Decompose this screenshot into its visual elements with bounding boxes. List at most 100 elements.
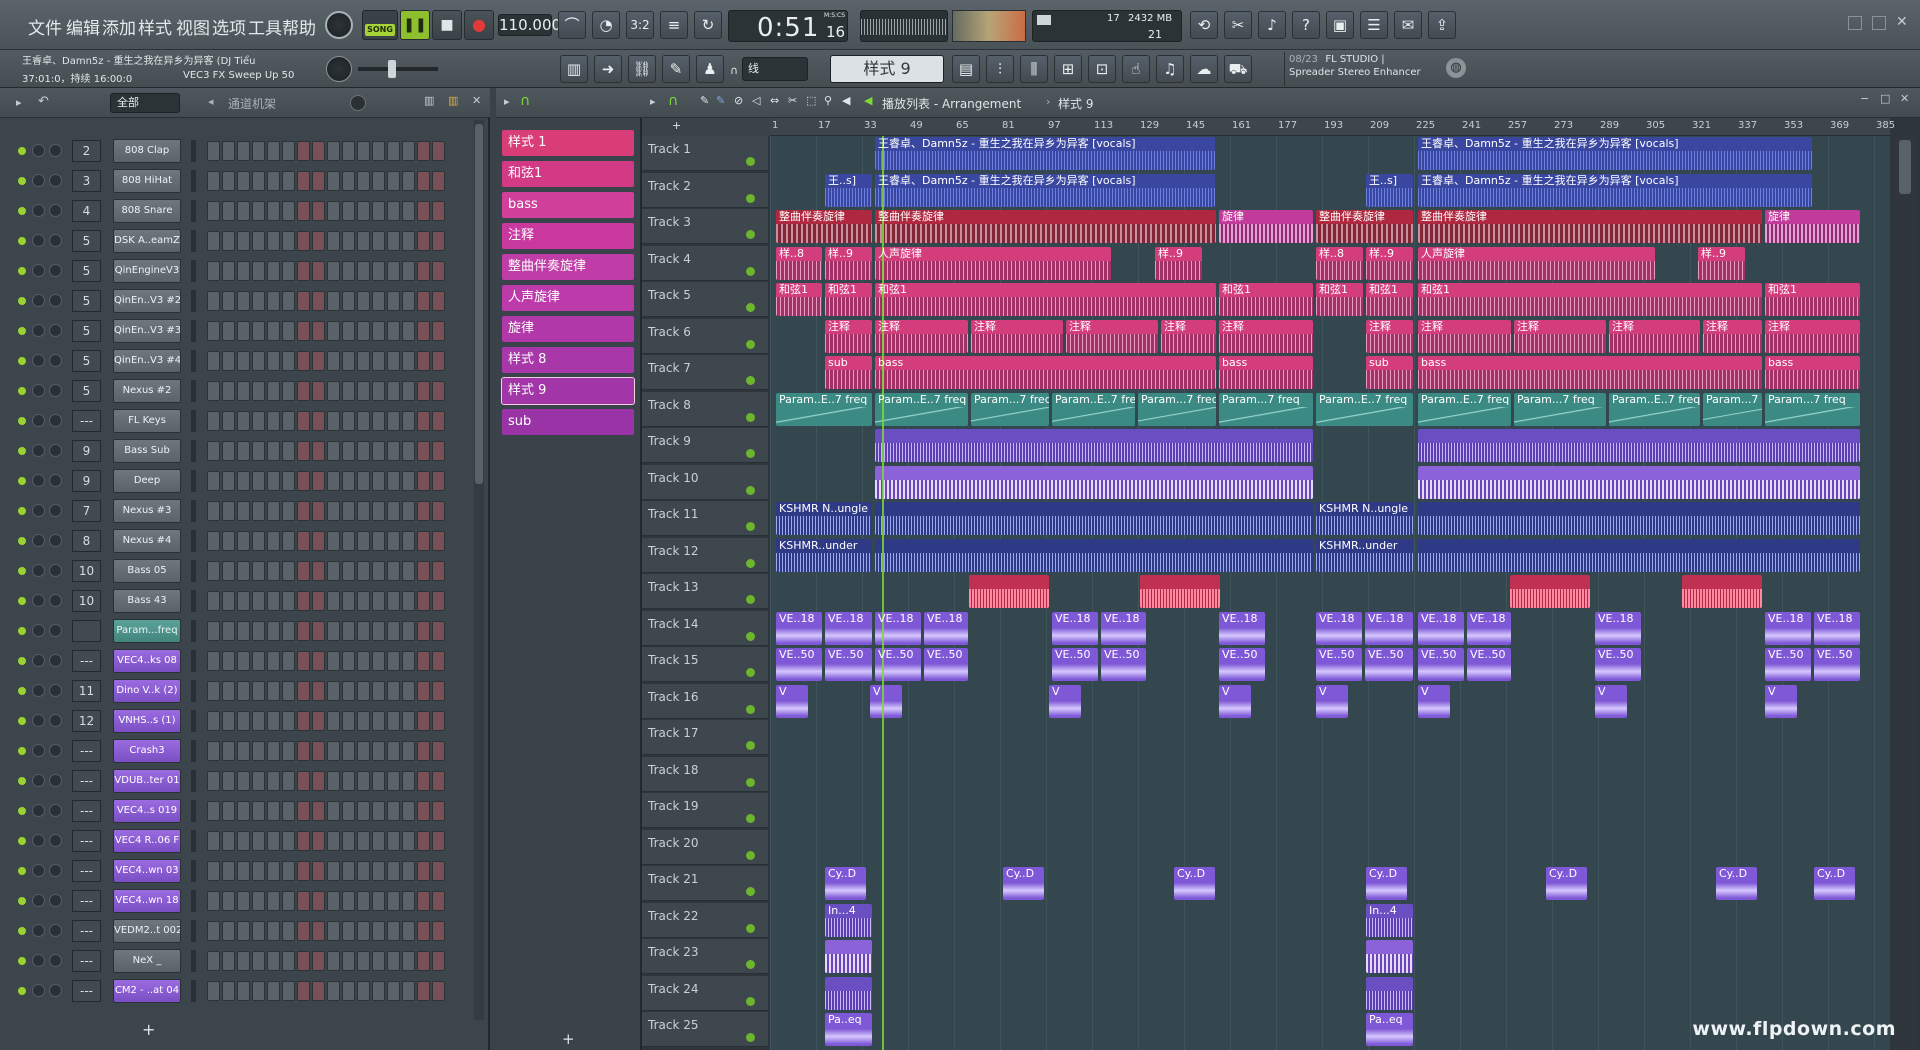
step-button[interactable]	[342, 771, 355, 791]
step-button[interactable]	[297, 711, 310, 731]
playlist-clip[interactable]: Param...7 freq	[1514, 392, 1606, 426]
playlist-clip[interactable]: 整曲伴奏旋律	[875, 210, 1216, 243]
playlist-clip[interactable]: VE..18	[1316, 611, 1362, 645]
mute-led[interactable]	[18, 717, 26, 725]
channel-name-button[interactable]: VEC4..ks 08	[113, 649, 181, 673]
step-button[interactable]	[312, 231, 325, 251]
graph-editor-icon[interactable]: ▥	[424, 94, 434, 107]
pan-knob[interactable]	[49, 504, 62, 517]
step-button[interactable]	[207, 741, 220, 761]
pan-knob[interactable]	[49, 714, 62, 727]
playlist-clip[interactable]	[1510, 575, 1590, 608]
step-button[interactable]	[222, 381, 235, 401]
step-button[interactable]	[207, 171, 220, 191]
step-button[interactable]	[237, 591, 250, 611]
step-button[interactable]	[387, 201, 400, 221]
step-button[interactable]	[372, 651, 385, 671]
step-button[interactable]	[342, 351, 355, 371]
step-button[interactable]	[207, 291, 220, 311]
step-button[interactable]	[342, 411, 355, 431]
step-button[interactable]	[252, 291, 265, 311]
step-button[interactable]	[237, 381, 250, 401]
step-button[interactable]	[387, 621, 400, 641]
channel-row[interactable]: --- VEC4..s 019	[0, 796, 470, 826]
mute-led[interactable]	[18, 447, 26, 455]
slice-tool-icon[interactable]: ✂	[788, 94, 797, 107]
add-pattern-button[interactable]: +	[562, 1030, 575, 1048]
step-button[interactable]	[297, 441, 310, 461]
save-icon[interactable]: ▣	[1326, 11, 1354, 39]
step-button[interactable]	[417, 561, 430, 581]
step-button[interactable]	[417, 231, 430, 251]
pan-knob[interactable]	[49, 174, 62, 187]
step-button[interactable]	[207, 471, 220, 491]
step-button[interactable]	[312, 291, 325, 311]
step-button[interactable]	[357, 501, 370, 521]
step-button[interactable]	[297, 921, 310, 941]
guitar-icon[interactable]: ♫	[1156, 55, 1184, 83]
step-button[interactable]	[342, 921, 355, 941]
playlist-clip[interactable]: VE..50	[1316, 648, 1362, 681]
step-button[interactable]	[282, 651, 295, 671]
step-button[interactable]	[297, 651, 310, 671]
mixer-track-number[interactable]: 5	[72, 290, 101, 312]
step-button[interactable]	[342, 561, 355, 581]
channel-name-button[interactable]: 808 Clap	[113, 139, 181, 163]
track-header[interactable]: Track 9	[642, 428, 768, 463]
pan-knob[interactable]	[49, 444, 62, 457]
mute-led[interactable]	[18, 957, 26, 965]
channel-row[interactable]: 5 QinEn..V3 #3	[0, 316, 470, 346]
step-button[interactable]	[282, 261, 295, 281]
playlist-clip[interactable]: VE..50	[1365, 648, 1413, 681]
playlist-vscroll[interactable]	[1894, 136, 1916, 1050]
step-button[interactable]	[372, 291, 385, 311]
pattern-item[interactable]: 和弦1	[502, 161, 634, 187]
step-button[interactable]	[357, 921, 370, 941]
step-button[interactable]	[237, 261, 250, 281]
channel-row[interactable]: 12 VNHS..s (1)	[0, 706, 470, 736]
pattern-item[interactable]: 整曲伴奏旋律	[502, 254, 634, 280]
channel-row[interactable]: --- VEDM2..t 002	[0, 916, 470, 946]
step-button[interactable]	[432, 951, 445, 971]
step-button[interactable]	[267, 291, 280, 311]
zoom-tool-icon[interactable]: ⚲	[824, 94, 832, 107]
step-button[interactable]	[237, 201, 250, 221]
mute-led[interactable]	[18, 357, 26, 365]
step-button[interactable]	[297, 351, 310, 371]
playlist-clip[interactable]	[1418, 465, 1860, 499]
browser-icon[interactable]: ⊞	[1054, 55, 1082, 83]
step-button[interactable]	[402, 771, 415, 791]
playlist-clip[interactable]: 和弦1	[1219, 283, 1313, 316]
mute-led[interactable]	[18, 297, 26, 305]
channel-name-button[interactable]: Bass Sub	[113, 439, 181, 463]
volume-knob[interactable]	[32, 924, 45, 937]
channel-row[interactable]: 5 Nexus #2	[0, 376, 470, 406]
step-button[interactable]	[357, 981, 370, 1001]
step-button[interactable]	[417, 831, 430, 851]
master-volume-knob[interactable]	[326, 56, 352, 82]
menu-item[interactable]: 工具	[248, 14, 282, 39]
menu-item[interactable]: 样式	[138, 14, 172, 39]
step-button[interactable]	[387, 411, 400, 431]
step-button[interactable]	[312, 891, 325, 911]
mute-led[interactable]	[18, 267, 26, 275]
playlist-clip[interactable]: VE..50	[1219, 648, 1265, 681]
step-button[interactable]	[357, 951, 370, 971]
step-button[interactable]	[267, 591, 280, 611]
step-button[interactable]	[252, 501, 265, 521]
pattern-item[interactable]: 人声旋律	[502, 285, 634, 311]
step-button[interactable]	[297, 621, 310, 641]
step-button[interactable]	[357, 561, 370, 581]
step-button[interactable]	[342, 981, 355, 1001]
pan-knob[interactable]	[49, 984, 62, 997]
slip-tool-icon[interactable]: ⇔	[770, 94, 779, 107]
step-button[interactable]	[222, 921, 235, 941]
step-button[interactable]	[327, 801, 340, 821]
step-button[interactable]	[312, 981, 325, 1001]
mute-led[interactable]	[18, 177, 26, 185]
step-button[interactable]	[327, 351, 340, 371]
playlist-clip[interactable]: 王睿卓、Damn5z - 重生之我在异乡为异客 [vocals]	[875, 173, 1215, 207]
shop-icon[interactable]: ⛟	[1224, 55, 1252, 83]
channel-row[interactable]: 2 808 Clap	[0, 136, 470, 166]
step-button[interactable]	[372, 891, 385, 911]
